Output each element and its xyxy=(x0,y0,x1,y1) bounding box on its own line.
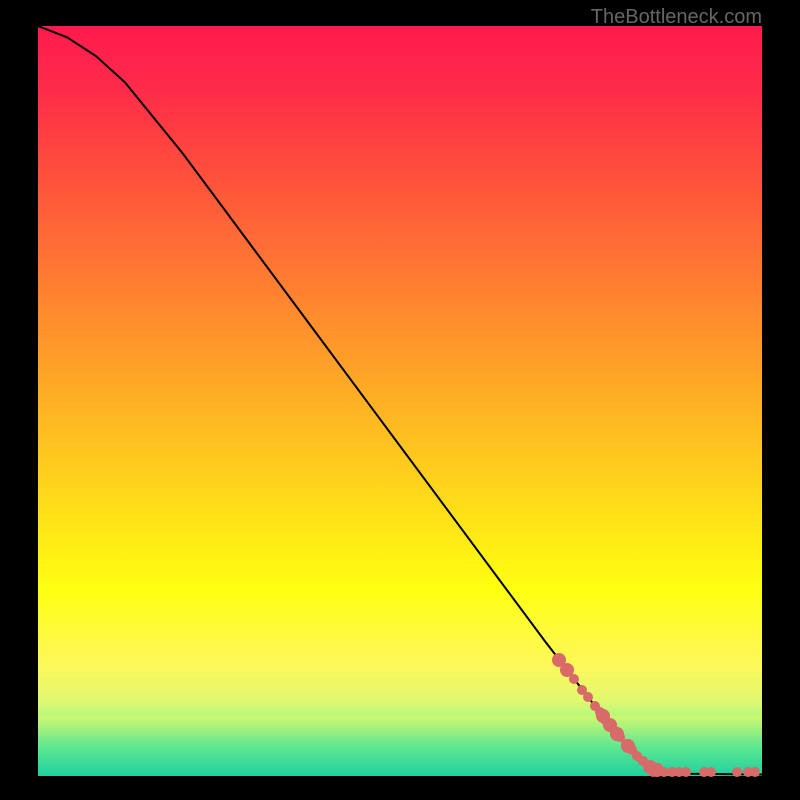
data-point xyxy=(750,767,760,777)
data-point xyxy=(560,663,574,677)
data-point xyxy=(621,739,635,753)
data-point xyxy=(732,767,742,777)
watermark-text: TheBottleneck.com xyxy=(591,6,762,29)
gradient-plot-area xyxy=(38,26,762,776)
